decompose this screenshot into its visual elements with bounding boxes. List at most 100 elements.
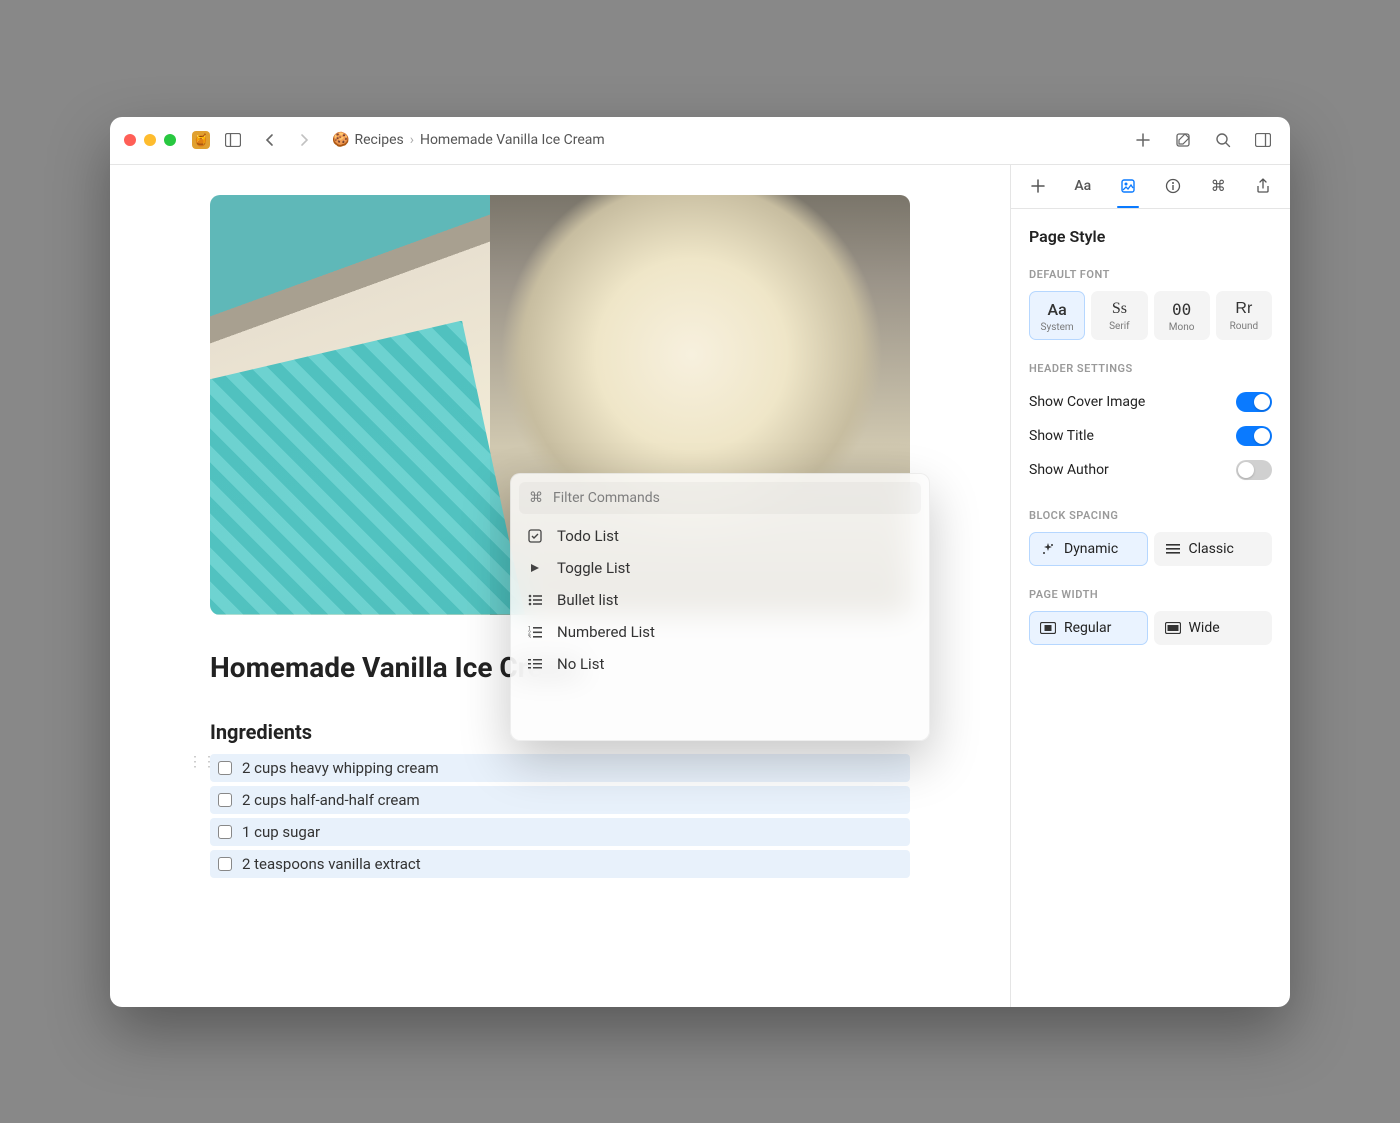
todo-text: 1 cup sugar (242, 823, 320, 841)
width-wide[interactable]: Wide (1154, 611, 1273, 645)
breadcrumb: 🍪 Recipes › Homemade Vanilla Ice Cream (332, 132, 605, 148)
inspector-panel: Aa ⌘ Page Style Default Font Aa (1010, 165, 1290, 1007)
command-item-label: Numbered List (557, 623, 655, 641)
lines-icon (1165, 541, 1181, 557)
toolbar: 🍯 🍪 Recipes › Homemade Vanilla Ice Cream (110, 117, 1290, 165)
checkbox[interactable] (218, 761, 232, 775)
toggle-show-author[interactable] (1236, 460, 1272, 480)
font-option-serif[interactable]: Ss Serif (1091, 291, 1147, 340)
spacing-classic[interactable]: Classic (1154, 532, 1273, 566)
app-window: 🍯 🍪 Recipes › Homemade Vanilla Ice Cream (110, 117, 1290, 1007)
breadcrumb-current[interactable]: Homemade Vanilla Ice Cream (420, 132, 605, 148)
checkbox[interactable] (218, 825, 232, 839)
width-regular-icon (1040, 620, 1056, 636)
toggle-list-icon (527, 562, 543, 574)
numbered-list-icon: 123 (527, 626, 543, 638)
toggle-inspector-button[interactable] (1250, 127, 1276, 153)
font-option-mono[interactable]: 00 Mono (1154, 291, 1210, 340)
setting-label: Show Cover Image (1029, 394, 1145, 410)
width-wide-icon (1165, 620, 1181, 636)
search-button[interactable] (1210, 127, 1236, 153)
tab-insert[interactable] (1023, 171, 1053, 201)
bullet-list-icon (527, 594, 543, 606)
font-option-round[interactable]: Rr Round (1216, 291, 1272, 340)
new-page-button[interactable] (1130, 127, 1156, 153)
todo-item[interactable]: 2 teaspoons vanilla extract (210, 850, 910, 878)
app-icon: 🍯 (192, 131, 210, 149)
command-key-icon: ⌘ (529, 490, 543, 506)
font-sample: Aa (1048, 300, 1067, 319)
tab-typography[interactable]: Aa (1068, 171, 1098, 201)
checkbox[interactable] (218, 857, 232, 871)
width-regular[interactable]: Regular (1029, 611, 1148, 645)
command-item-no-list[interactable]: No List (517, 648, 923, 680)
breadcrumb-current-label: Homemade Vanilla Ice Cream (420, 132, 605, 148)
window-controls (124, 134, 176, 146)
back-button[interactable] (256, 127, 282, 153)
fullscreen-window-button[interactable] (164, 134, 176, 146)
no-list-icon (527, 658, 543, 670)
seg-label: Dynamic (1064, 541, 1118, 557)
spacing-dynamic[interactable]: Dynamic (1029, 532, 1148, 566)
breadcrumb-separator: › (410, 132, 414, 148)
page-width-label: Page Width (1029, 588, 1272, 601)
toggle-show-title[interactable] (1236, 426, 1272, 446)
tab-share[interactable] (1248, 171, 1278, 201)
inspector-tabs: Aa ⌘ (1011, 165, 1290, 209)
block-spacing-options: Dynamic Classic (1029, 532, 1272, 566)
command-item-label: Toggle List (557, 559, 630, 577)
toggle-sidebar-button[interactable] (220, 127, 246, 153)
todo-list-icon (527, 529, 543, 543)
forward-button[interactable] (292, 127, 318, 153)
svg-text:3: 3 (528, 635, 531, 638)
command-item-numbered-list[interactable]: 123 Numbered List (517, 616, 923, 648)
inspector-body: Page Style Default Font Aa System Ss Ser… (1011, 209, 1290, 663)
todo-item[interactable]: 1 cup sugar (210, 818, 910, 846)
header-settings-label: Header Settings (1029, 362, 1272, 375)
font-option-label: Serif (1109, 321, 1130, 332)
tab-info[interactable] (1158, 171, 1188, 201)
seg-label: Regular (1064, 620, 1111, 636)
font-option-label: System (1041, 322, 1074, 333)
drag-handle-icon[interactable]: ⋮⋮ (188, 754, 216, 770)
ingredients-list: ⋮⋮ 2 cups heavy whipping cream 2 cups ha… (210, 754, 910, 878)
font-option-label: Round (1230, 321, 1259, 332)
setting-label: Show Title (1029, 428, 1094, 444)
command-item-todo-list[interactable]: Todo List (517, 520, 923, 552)
close-window-button[interactable] (124, 134, 136, 146)
command-item-toggle-list[interactable]: Toggle List (517, 552, 923, 584)
todo-text: 2 cups heavy whipping cream (242, 759, 439, 777)
setting-label: Show Author (1029, 462, 1109, 478)
font-sample: Rr (1235, 300, 1252, 318)
cookie-icon: 🍪 (332, 132, 349, 148)
block-spacing-label: Block Spacing (1029, 509, 1272, 522)
command-item-label: No List (557, 655, 604, 673)
setting-show-title: Show Title (1029, 419, 1272, 453)
todo-text: 2 teaspoons vanilla extract (242, 855, 421, 873)
sparkle-icon (1040, 541, 1056, 557)
default-font-label: Default Font (1029, 268, 1272, 281)
command-palette: ⌘ Filter Commands Todo List Toggle List (510, 473, 930, 741)
setting-show-author: Show Author (1029, 453, 1272, 487)
todo-item[interactable]: 2 cups half-and-half cream (210, 786, 910, 814)
toolbar-right (1130, 127, 1276, 153)
checkbox[interactable] (218, 793, 232, 807)
breadcrumb-parent-label: Recipes (354, 132, 403, 148)
tab-shortcuts[interactable]: ⌘ (1203, 171, 1233, 201)
command-item-bullet-list[interactable]: Bullet list (517, 584, 923, 616)
page-width-options: Regular Wide (1029, 611, 1272, 645)
font-sample: 00 (1172, 300, 1191, 319)
font-option-system[interactable]: Aa System (1029, 291, 1085, 340)
tab-page-style[interactable] (1113, 171, 1143, 201)
toggle-show-cover[interactable] (1236, 392, 1272, 412)
todo-item[interactable]: 2 cups heavy whipping cream (210, 754, 910, 782)
setting-show-cover: Show Cover Image (1029, 385, 1272, 419)
minimize-window-button[interactable] (144, 134, 156, 146)
command-search-placeholder: Filter Commands (553, 490, 660, 506)
compose-button[interactable] (1170, 127, 1196, 153)
todo-text: 2 cups half-and-half cream (242, 791, 420, 809)
breadcrumb-parent[interactable]: 🍪 Recipes (332, 132, 404, 148)
font-option-label: Mono (1169, 322, 1195, 333)
inspector-title: Page Style (1029, 227, 1272, 246)
command-search-input[interactable]: ⌘ Filter Commands (519, 482, 921, 514)
